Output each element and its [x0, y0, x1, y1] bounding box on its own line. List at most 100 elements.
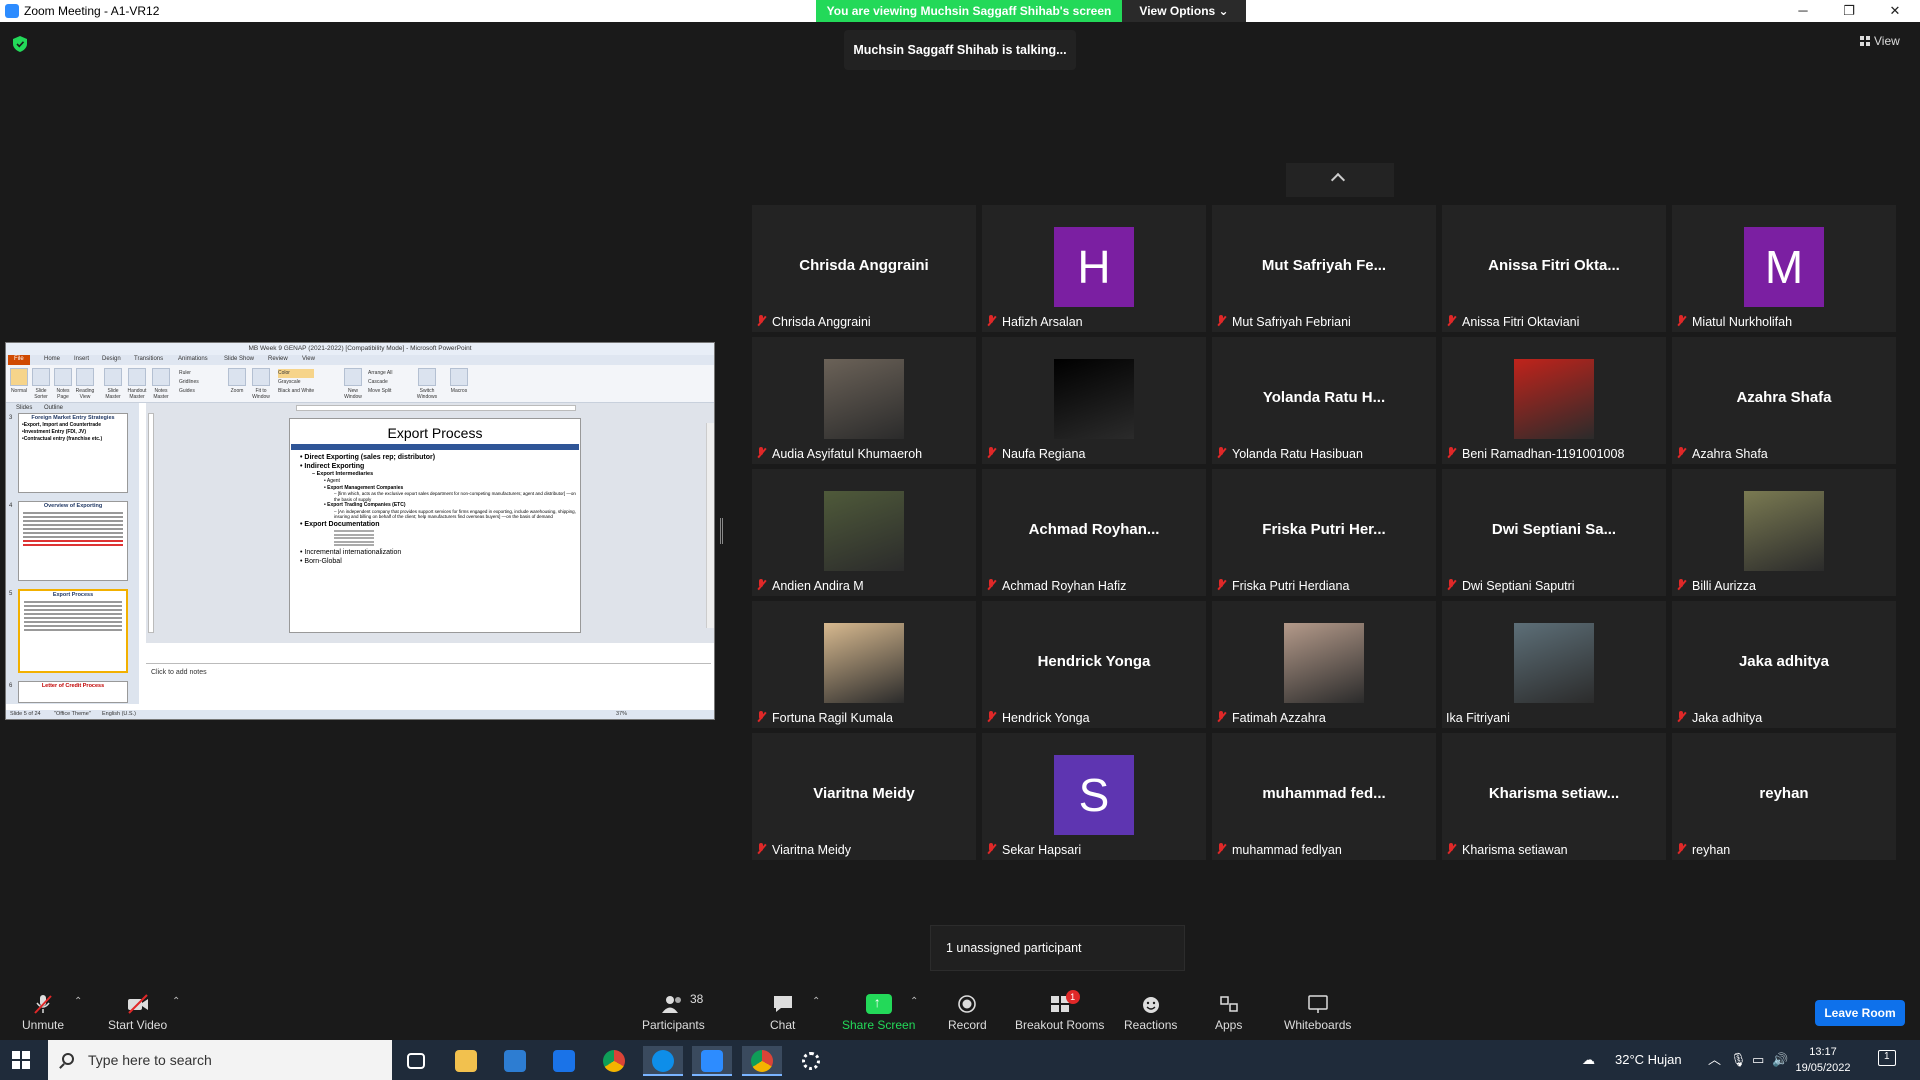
windows-start-icon[interactable]: [12, 1051, 30, 1069]
participant-tile[interactable]: S Sekar Hapsari: [982, 733, 1206, 860]
maximize-button[interactable]: ❐: [1826, 0, 1872, 22]
ppt-ribbon-label: Notes Page: [56, 388, 70, 400]
unmute-button[interactable]: Unmute: [22, 994, 64, 1032]
participant-tile[interactable]: Beni Ramadhan-1191001008: [1442, 337, 1666, 464]
tray-chevron-icon[interactable]: ︿: [1708, 1040, 1721, 1080]
reactions-button[interactable]: Reactions: [1124, 994, 1177, 1032]
encryption-shield-icon[interactable]: [13, 36, 27, 52]
close-button[interactable]: ✕: [1872, 0, 1918, 22]
notification-center-icon[interactable]: 1: [1878, 1050, 1896, 1066]
participant-tile[interactable]: muhammad fed... muhammad fedlyan: [1212, 733, 1436, 860]
participant-tile[interactable]: Friska Putri Her... Friska Putri Herdiana: [1212, 469, 1436, 596]
participant-display-name: Anissa Fitri Okta...: [1488, 257, 1620, 274]
participant-tile[interactable]: Audia Asyifatul Khumaeroh: [752, 337, 976, 464]
participant-name: muhammad fedlyan: [1232, 843, 1342, 857]
ppt-thumbnail-active: Export Process: [18, 589, 128, 673]
participant-tile[interactable]: Azahra Shafa Azahra Shafa: [1672, 337, 1896, 464]
ppt-handout-master-icon: [128, 368, 146, 386]
participant-tile[interactable]: Fatimah Azzahra: [1212, 601, 1436, 728]
ppt-thumb-number: 3: [9, 415, 13, 421]
participant-tile[interactable]: H Hafizh Arsalan: [982, 205, 1206, 332]
ppt-arrange-all: Arrange All: [368, 370, 393, 376]
mail-icon[interactable]: [544, 1046, 584, 1076]
view-options-button[interactable]: View Options ⌄: [1122, 0, 1246, 22]
participant-name: Chrisda Anggraini: [772, 315, 871, 329]
participant-tile[interactable]: Naufa Regiana: [982, 337, 1206, 464]
ppt-ribbon: Normal Slide Sorter Notes Page Reading V…: [6, 365, 714, 403]
participant-tile[interactable]: reyhan reyhan: [1672, 733, 1896, 860]
grid-view-icon: [1860, 36, 1870, 46]
participant-display-name: Jaka adhitya: [1738, 653, 1830, 670]
ppt-status-bar: Slide 5 of 24 "Office Theme" English (U.…: [6, 710, 714, 719]
participant-tile[interactable]: Ika Fitriyani: [1442, 601, 1666, 728]
teamviewer-icon[interactable]: [643, 1046, 683, 1076]
share-options-caret-icon[interactable]: ⌃: [910, 996, 918, 1007]
record-button[interactable]: Record: [948, 994, 987, 1032]
participant-tile[interactable]: Chrisda Anggraini Chrisda Anggraini: [752, 205, 976, 332]
notification-count: 1: [1884, 1051, 1890, 1062]
start-video-button[interactable]: Start Video: [108, 994, 167, 1032]
task-view-icon[interactable]: [396, 1046, 436, 1076]
network-icon[interactable]: ▭: [1752, 1040, 1764, 1080]
chat-button[interactable]: Chat: [770, 994, 795, 1032]
zoom-taskbar-icon[interactable]: [692, 1046, 732, 1076]
participant-tile[interactable]: M Miatul Nurkholifah: [1672, 205, 1896, 332]
participant-tile[interactable]: Kharisma setiaw... Kharisma setiawan: [1442, 733, 1666, 860]
participants-button[interactable]: 38 Participants: [642, 992, 705, 1032]
chrome-profile-icon[interactable]: [742, 1046, 782, 1076]
participant-tile[interactable]: Fortuna Ragil Kumala: [752, 601, 976, 728]
windows-taskbar: Type here to search ☁ 32°C Hujan ︿ 🎙 ▭ 🔊…: [0, 1040, 1920, 1080]
participant-photo: [1054, 359, 1134, 439]
slide-bullet-text: Incremental internationalization: [304, 548, 402, 556]
participant-tile[interactable]: Yolanda Ratu H... Yolanda Ratu Hasibuan: [1212, 337, 1436, 464]
ppt-thumb-line: •Export, Import and Countertrade: [22, 422, 101, 428]
leave-room-button[interactable]: Leave Room: [1815, 1000, 1905, 1026]
chat-options-caret-icon[interactable]: ⌃: [812, 996, 820, 1007]
ppt-ribbon-label: Fit to Window: [252, 388, 270, 400]
taskbar-search-input[interactable]: Type here to search: [48, 1040, 392, 1080]
participant-tile[interactable]: Anissa Fitri Okta... Anissa Fitri Oktavia…: [1442, 205, 1666, 332]
apps-button[interactable]: Apps: [1215, 994, 1242, 1032]
audio-options-caret-icon[interactable]: ⌃: [74, 996, 82, 1007]
file-explorer-icon[interactable]: [446, 1046, 486, 1076]
participant-avatar: S: [1054, 755, 1134, 835]
participants-label: Participants: [642, 1018, 705, 1032]
taskbar-clock[interactable]: 13:17 19/05/2022: [1790, 1044, 1856, 1076]
minimize-button[interactable]: ─: [1780, 0, 1826, 22]
participant-tile[interactable]: Hendrick Yonga Hendrick Yonga: [982, 601, 1206, 728]
shared-screen: MB Week 9 GENAP (2021-2022) [Compatibili…: [5, 342, 715, 720]
weather-cloud-icon[interactable]: ☁: [1582, 1040, 1595, 1080]
gallery-page-up-button[interactable]: [1286, 163, 1394, 197]
slide-bullet-text: Export Management Companies: [327, 484, 404, 491]
participant-display-name: Hendrick Yonga: [1037, 653, 1151, 670]
volume-icon[interactable]: 🔊: [1772, 1040, 1788, 1080]
breakout-rooms-button[interactable]: 1 Breakout Rooms: [1015, 990, 1104, 1032]
view-layout-button[interactable]: View: [1860, 34, 1900, 48]
participant-tile[interactable]: Andien Andira M: [752, 469, 976, 596]
chrome-icon[interactable]: [594, 1046, 634, 1076]
muted-mic-icon: [1216, 579, 1226, 591]
participant-tile[interactable]: Mut Safriyah Fe... Mut Safriyah Febriani: [1212, 205, 1436, 332]
settings-gear-icon[interactable]: [791, 1046, 831, 1076]
microphone-icon[interactable]: 🎙: [1730, 1040, 1747, 1080]
muted-mic-icon: [1676, 711, 1686, 723]
muted-mic-icon: [1676, 843, 1686, 855]
participant-tile[interactable]: Dwi Septiani Sa... Dwi Septiani Saputri: [1442, 469, 1666, 596]
weather-text[interactable]: 32°C Hujan: [1615, 1040, 1682, 1080]
split-resize-handle[interactable]: [720, 518, 723, 544]
video-options-caret-icon[interactable]: ⌃: [172, 996, 180, 1007]
window-title: Zoom Meeting - A1-VR12: [24, 4, 160, 18]
microsoft-store-icon[interactable]: [495, 1046, 535, 1076]
start-video-label: Start Video: [108, 1018, 168, 1032]
participant-avatar: H: [1054, 227, 1134, 307]
participant-tile[interactable]: Billi Aurizza: [1672, 469, 1896, 596]
share-screen-button[interactable]: Share Screen: [842, 994, 915, 1032]
ppt-thumbnail: Letter of Credit Process: [18, 681, 128, 703]
participant-tile[interactable]: Jaka adhitya Jaka adhitya: [1672, 601, 1896, 728]
participant-name-bar: Fatimah Azzahra: [1216, 711, 1326, 725]
unassigned-participants-popup[interactable]: 1 unassigned participant: [930, 925, 1185, 971]
whiteboards-button[interactable]: Whiteboards: [1284, 994, 1351, 1032]
participant-name: Anissa Fitri Oktaviani: [1462, 315, 1580, 329]
participant-tile[interactable]: Achmad Royhan... Achmad Royhan Hafiz: [982, 469, 1206, 596]
participant-tile[interactable]: Viaritna Meidy Viaritna Meidy: [752, 733, 976, 860]
